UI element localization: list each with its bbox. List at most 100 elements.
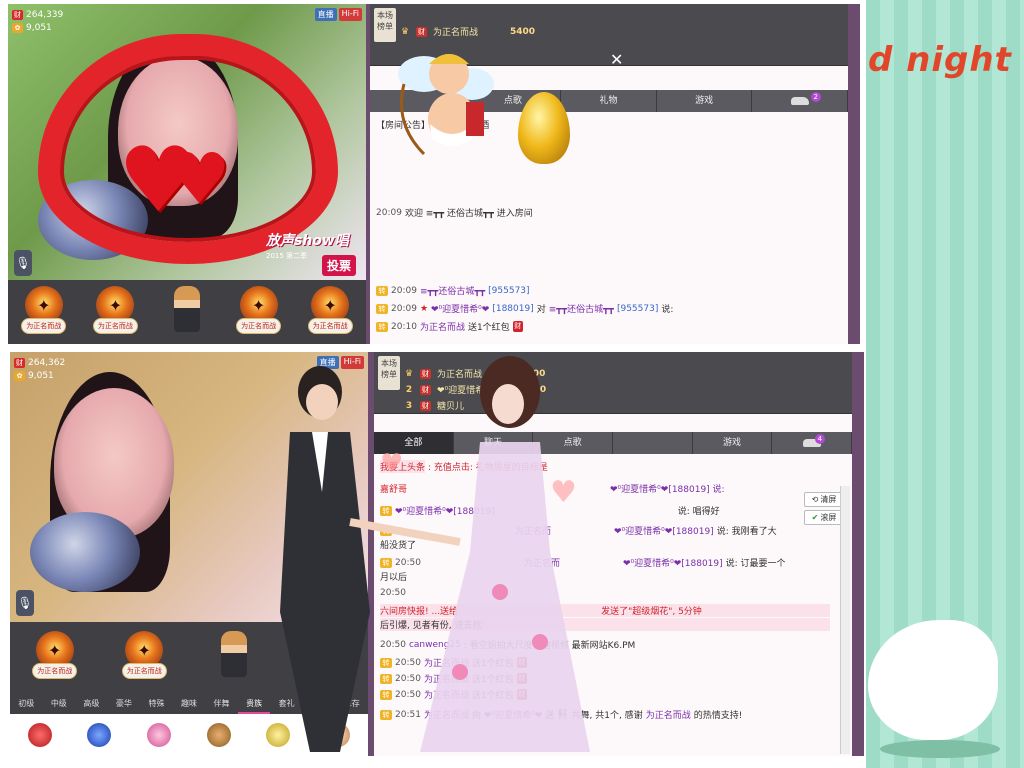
user-name[interactable]: canweng25 <box>409 640 461 650</box>
gift-badge[interactable]: ✦ 为正名而战 <box>226 286 292 340</box>
teddy-bear-gift-icon[interactable] <box>206 723 231 747</box>
gift-tab[interactable]: 豪华 <box>108 694 141 714</box>
user-name[interactable]: ❤⁰迎夏惜希⁰❤[188019] <box>395 504 495 517</box>
gift-tab-active[interactable]: 贵族 <box>237 694 271 714</box>
user-name[interactable]: ❤⁰迎夏惜希⁰❤ <box>484 708 542 721</box>
tab-games[interactable]: 游戏 <box>692 432 773 454</box>
gift-tab[interactable]: 趣味 <box>173 694 206 714</box>
headline-prefix[interactable]: 我要上头条 <box>380 460 426 473</box>
gift-label: 为正名而战 <box>32 663 78 679</box>
level-icon: 转 <box>380 657 392 668</box>
tab-gifts[interactable]: 礼物 <box>561 90 657 112</box>
chat-message: 转 20:09 ≡┳┳还俗古城┳┳ [955573] <box>376 284 826 297</box>
user-name[interactable]: ❤⁰迎夏惜希⁰❤[188019] 说: <box>610 482 725 495</box>
message-time: 20:50 <box>395 657 421 668</box>
welcome-message: 20:09 欢迎 ≡┳┳ 还俗古城┳┳ 进入房间 <box>376 206 826 220</box>
rank-badge: 财 <box>420 368 431 379</box>
user-name[interactable]: ❤⁰迎夏惜希⁰❤ <box>431 302 489 315</box>
red-packet-icon[interactable]: 财 <box>516 673 527 684</box>
gift-badge[interactable]: ✦ 为正名而战 <box>11 286 77 340</box>
live-badge: 直播 <box>316 356 339 369</box>
gift-label: 为正名而战 <box>307 318 353 334</box>
message-text: 说: 我刚看了大 <box>716 527 777 537</box>
featured-gifts-row: ✦ 为正名而战 ✦ 为正名而战 ✦ 为正名而战 <box>10 622 368 694</box>
gift-tab[interactable]: 高级 <box>75 694 108 714</box>
user-name[interactable]: 为正名而 <box>524 556 560 569</box>
blue-rose-gift-icon[interactable] <box>87 723 112 747</box>
gift-tab[interactable]: 伴舞 <box>205 694 238 714</box>
user-name[interactable]: ❤⁰迎夏惜希⁰❤[188019] <box>623 556 723 569</box>
user-name[interactable]: 为正名而战 <box>420 320 465 333</box>
gift-badge[interactable]: ✦ 为正名而战 <box>290 631 356 685</box>
mic-toggle-icon[interactable]: 🎙 <box>14 250 32 276</box>
red-packet-icon[interactable]: 财 <box>516 689 527 700</box>
show-logo: 放声show唱 <box>266 233 349 249</box>
chat-message: 嘉舒哥 ❤⁰迎夏惜希⁰❤[188019] 说: <box>380 482 830 495</box>
tab-cars[interactable]: 4 <box>772 432 853 454</box>
avatar-badge[interactable] <box>201 631 267 685</box>
user-name[interactable]: 为正名而战 <box>646 708 691 721</box>
level-icon: 转 <box>380 525 392 536</box>
ranking-row[interactable]: ♛ 财 为正名而战 5400 <box>400 24 535 39</box>
gift-badge[interactable]: ✦ 为正名而战 <box>22 631 88 685</box>
gift-tab[interactable]: 套礼 <box>270 694 303 714</box>
user-name[interactable]: 为正名而战 <box>424 708 469 721</box>
ranking-row[interactable]: 2 财 ❤⁰迎夏惜希⁰❤ 500 <box>404 382 546 397</box>
headline-notice[interactable]: 我要上头条 : 充值点击: 礼物周星的目标是 <box>380 460 830 473</box>
tab-chat[interactable]: 聊天 <box>453 432 534 454</box>
user-name[interactable]: 为正名而战 <box>424 656 469 669</box>
fans-count: 9,051 <box>28 370 54 381</box>
car-icon <box>790 96 809 105</box>
message-time: 20:51 <box>395 709 421 720</box>
rings-gift-icon[interactable] <box>266 723 291 747</box>
tab-all[interactable]: 全部 <box>374 432 454 454</box>
moon-shadow <box>880 740 1000 758</box>
gift-tab[interactable]: 特殊 <box>140 694 173 714</box>
red-packet-icon[interactable]: 财 <box>512 321 523 332</box>
tab-cars[interactable]: 2 <box>752 90 848 112</box>
user-name[interactable]: ❤⁰迎夏惜希⁰❤[188019] <box>614 524 714 537</box>
user-name[interactable]: 为正名而战 <box>424 672 469 685</box>
gift-label: 为正名而战 <box>121 663 167 679</box>
video-stream[interactable]: ♥ ♥ 财 264,339 ✿ 9,051 直播 Hi-Fi 🎙 放声show唱 2… <box>8 4 366 280</box>
user-name[interactable]: 为正名而 <box>515 524 551 537</box>
gift-tab[interactable]: 库存 <box>335 694 368 714</box>
tab-gifts[interactable] <box>613 432 693 454</box>
user-name[interactable]: ≡┳┳还俗古城┳┳ <box>549 302 614 315</box>
gift-items <box>10 714 368 756</box>
dance-gift-icon: 👫 <box>557 709 569 720</box>
rank-position: 2 <box>405 384 413 395</box>
gift-badge[interactable]: ✦ 为正名而战 <box>297 286 363 340</box>
gift-tab[interactable]: 守护 <box>303 694 336 714</box>
user-name[interactable]: ≡┳┳还俗古城┳┳ <box>420 284 485 297</box>
ranking-row[interactable]: 3 财 糖贝儿 400 <box>404 398 515 413</box>
fans-count: 9,051 <box>26 22 52 33</box>
red-packet-icon[interactable]: 财 <box>516 657 527 668</box>
gift-badge[interactable]: ✦ 为正名而战 <box>111 631 177 685</box>
rose-gift-icon[interactable] <box>27 723 52 747</box>
vote-button[interactable]: 放声show唱 2015 第二季 投票 <box>266 230 356 276</box>
gift-tab[interactable]: 初级 <box>10 694 43 714</box>
close-icon[interactable]: ✕ <box>610 50 623 69</box>
cake-gift-icon[interactable] <box>147 723 172 747</box>
video-stream[interactable]: 财 264,362 ✿ 9,051 直播 Hi-Fi 🎙 <box>10 352 368 622</box>
ranking-row[interactable]: ♛ 财 为正名而战 20000 <box>404 366 545 381</box>
tab-games[interactable]: 游戏 <box>656 90 753 112</box>
gift-label: 为正名而战 <box>300 663 346 679</box>
tab-songs[interactable]: 点歌 <box>533 432 614 454</box>
chat-scrollbar[interactable] <box>840 486 850 754</box>
user-name[interactable]: 为正名而战 <box>424 688 469 701</box>
stream-stats: 财 264,339 ✿ 9,051 <box>12 8 63 34</box>
user-name[interactable]: 嘉舒哥 <box>380 482 407 495</box>
mic-toggle-icon[interactable]: 🎙 <box>16 590 34 616</box>
gift-badge[interactable]: ✦ 为正名而战 <box>82 286 148 340</box>
avatar-badge[interactable] <box>154 286 220 340</box>
headline-text: : 充值点击: 礼物周星的目标是 <box>428 463 548 473</box>
cupid-gift-icon[interactable] <box>326 723 351 747</box>
to-text: 对 <box>536 305 546 315</box>
message-text: 说: 唱得好 <box>677 507 720 517</box>
fortune-count: 264,339 <box>26 9 64 20</box>
gift-tab[interactable]: 中级 <box>43 694 76 714</box>
ranking-score: 400 <box>496 400 515 411</box>
message-text: 送 <box>545 711 555 721</box>
